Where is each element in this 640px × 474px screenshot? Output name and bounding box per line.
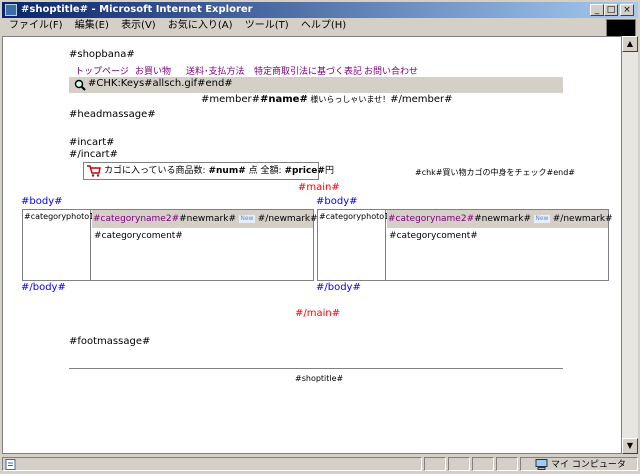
menu-tools[interactable]: ツール(T) bbox=[245, 20, 289, 31]
minimize-button[interactable]: _ bbox=[590, 4, 604, 16]
category-comment: #categorycoment# bbox=[389, 231, 478, 241]
page-content: #shopbana# トップページ お買い物 送料･支払方法 特定商取引法に基づ… bbox=[2, 36, 622, 454]
body-close-tag-right: #/body# bbox=[316, 282, 361, 293]
incart-open-tag: #incart# bbox=[69, 137, 115, 148]
category-name-link[interactable]: #categoryname2# bbox=[388, 214, 474, 224]
close-button[interactable]: × bbox=[620, 4, 634, 16]
zone-label: マイ コンピュータ bbox=[551, 460, 626, 470]
scroll-up-button[interactable]: ▲ bbox=[622, 36, 638, 52]
body-close-tag-left: #/body# bbox=[21, 282, 66, 293]
member-name: #name# bbox=[260, 94, 308, 105]
check-cart-link[interactable]: #chk#買い物カゴの中身をチェック#end# bbox=[415, 167, 575, 178]
status-message-cell bbox=[2, 457, 422, 471]
body-open-tag-right: #body# bbox=[316, 196, 358, 207]
nav-legal[interactable]: 特定商取引法に基づく表記 bbox=[254, 64, 362, 77]
cart-count-line: カゴに入っている商品数: #num# 点 全額: #price#円 bbox=[104, 163, 334, 179]
category-photo[interactable]: #categoryphoto1# bbox=[318, 210, 396, 280]
status-cell-4 bbox=[496, 457, 518, 471]
status-cell-1 bbox=[424, 457, 446, 471]
member-greeting: 様いらっしゃいませ！ bbox=[307, 95, 391, 104]
newmark-close-tag: #/newmark# bbox=[552, 214, 613, 224]
window-title: #shoptitle# - Microsoft Internet Explore… bbox=[21, 4, 253, 15]
menu-edit[interactable]: 編集(E) bbox=[75, 20, 109, 31]
nav-shopping[interactable]: お買い物 bbox=[135, 64, 171, 77]
member-line: #member##name# 様いらっしゃいませ！#/member# bbox=[201, 94, 453, 105]
my-computer-icon bbox=[535, 459, 548, 470]
new-icon: New bbox=[533, 214, 550, 223]
status-bar: マイ コンピュータ bbox=[2, 456, 638, 472]
category-name-link[interactable]: #categoryname2# bbox=[93, 214, 179, 224]
status-cell-3 bbox=[472, 457, 494, 471]
newmark-open-tag: #newmark# bbox=[474, 214, 531, 224]
category-header: #categoryname2##newmark# New #/newmark# bbox=[92, 210, 318, 228]
zone-cell: マイ コンピュータ bbox=[520, 457, 638, 471]
vertical-scrollbar[interactable]: ▲ ▼ bbox=[622, 36, 638, 454]
category-panel-left: #categoryphoto1# #categoryname2##newmark… bbox=[22, 209, 318, 281]
cart-summary[interactable]: カゴに入っている商品数: #num# 点 全額: #price#円 bbox=[83, 162, 334, 180]
ie-logo-icon bbox=[5, 4, 17, 16]
menu-file[interactable]: ファイル(F) bbox=[9, 20, 63, 31]
cart-total-label: 全額: bbox=[260, 166, 282, 176]
category-header: #categoryname2##newmark# New #/newmark# bbox=[387, 210, 613, 228]
main-close-tag: #/main# bbox=[295, 308, 341, 319]
newmark-open-tag: #newmark# bbox=[179, 214, 236, 224]
cart-price: #price# bbox=[284, 166, 325, 176]
new-icon: New bbox=[238, 214, 255, 223]
search-bar: #CHK:Keys#allsch.gif#end# bbox=[69, 77, 563, 93]
cart-num: #num# bbox=[208, 166, 246, 176]
head-message: #headmassage# bbox=[69, 109, 156, 120]
footer-shop-title: #shoptitle# bbox=[295, 374, 344, 383]
nav-shipping[interactable]: 送料･支払方法 bbox=[186, 64, 245, 77]
footer-divider bbox=[69, 368, 563, 369]
maximize-button[interactable]: □ bbox=[604, 4, 618, 16]
page-icon bbox=[5, 459, 16, 470]
member-open-tag: #member# bbox=[201, 94, 261, 105]
search-icon[interactable] bbox=[74, 79, 86, 91]
category-photo[interactable]: #categoryphoto1# bbox=[23, 210, 101, 280]
member-close-tag: #/member# bbox=[390, 94, 453, 105]
menu-view[interactable]: 表示(V) bbox=[121, 20, 156, 31]
search-keys-text: #CHK:Keys#allsch.gif#end# bbox=[88, 78, 233, 89]
incart-close-tag: #/incart# bbox=[69, 149, 118, 160]
menu-help[interactable]: ヘルプ(H) bbox=[301, 20, 346, 31]
category-panel-right: #categoryphoto1# #categoryname2##newmark… bbox=[317, 209, 613, 281]
nav-top[interactable]: トップページ bbox=[75, 64, 129, 77]
nav-contact[interactable]: お問い合わせ bbox=[364, 64, 418, 77]
scroll-down-button[interactable]: ▼ bbox=[622, 438, 638, 454]
status-cell-2 bbox=[448, 457, 470, 471]
title-bar: #shoptitle# - Microsoft Internet Explore… bbox=[2, 2, 638, 18]
shop-banner: #shopbana# bbox=[69, 49, 135, 60]
shopping-cart-icon bbox=[87, 165, 101, 177]
newmark-close-tag: #/newmark# bbox=[257, 214, 318, 224]
cart-unit: 点 bbox=[248, 166, 258, 176]
menu-bar: ファイル(F) 編集(E) 表示(V) お気に入り(A) ツール(T) ヘルプ(… bbox=[2, 18, 602, 34]
body-open-tag-left: #body# bbox=[21, 196, 63, 207]
main-open-tag: #main# bbox=[298, 182, 340, 193]
cart-label: カゴに入っている商品数: bbox=[104, 166, 206, 176]
cart-yen: 円 bbox=[324, 166, 334, 176]
category-comment: #categorycoment# bbox=[94, 231, 183, 241]
menu-favorites[interactable]: お気に入り(A) bbox=[168, 20, 233, 31]
foot-message: #footmassage# bbox=[69, 336, 151, 347]
ie-window: #shoptitle# - Microsoft Internet Explore… bbox=[0, 0, 640, 474]
